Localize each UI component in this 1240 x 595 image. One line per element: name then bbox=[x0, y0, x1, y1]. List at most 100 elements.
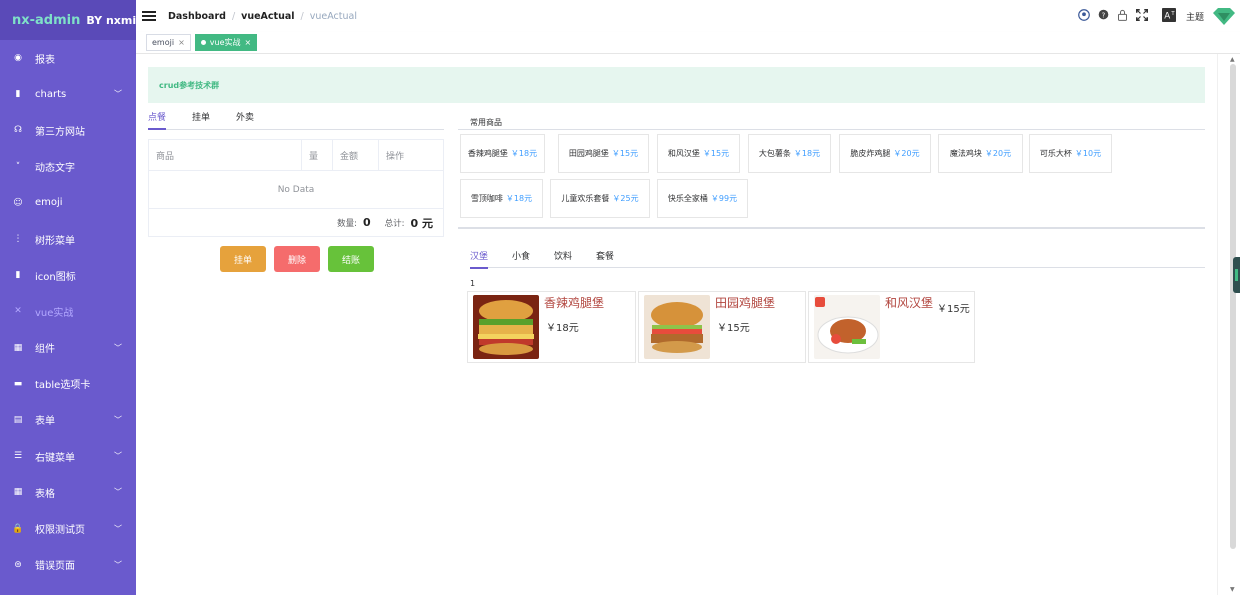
help-icon[interactable]: ? bbox=[1098, 9, 1109, 23]
tab-hold[interactable]: 挂单 bbox=[192, 110, 210, 129]
common-goods-item[interactable]: 快乐全家桶 ￥99元 bbox=[657, 179, 748, 218]
sidebar-item[interactable]: ▮ charts ﹀ bbox=[0, 76, 136, 112]
common-goods-item[interactable]: 雪顶咖啡 ￥18元 bbox=[460, 179, 543, 218]
lock-icon: 🔒 bbox=[12, 523, 24, 534]
header: Dashboard / vueActual / vueActual ? AT 主… bbox=[136, 0, 1240, 32]
order-tabs: 点餐 挂单 外卖 bbox=[148, 110, 444, 130]
chevron-down-icon: ﹀ bbox=[114, 524, 122, 534]
delete-button[interactable]: 删除 bbox=[274, 246, 320, 272]
food-card[interactable]: 田园鸡腿堡 ￥15元 bbox=[638, 291, 806, 363]
avatar[interactable] bbox=[1212, 6, 1236, 26]
hang-order-button[interactable]: 挂单 bbox=[220, 246, 266, 272]
goods-name: 快乐全家桶 bbox=[667, 194, 708, 203]
main-content: crud参考技术群 点餐 挂单 外卖 商品 量 金额 操作 No Data 数量… bbox=[136, 54, 1217, 595]
theme-switch[interactable]: 主题 bbox=[1186, 10, 1204, 23]
sidebar-item[interactable]: ☺ emoji bbox=[0, 185, 136, 221]
github-icon[interactable] bbox=[1078, 8, 1090, 24]
sidebar-item-label: 报表 bbox=[35, 54, 55, 66]
goods-name: 和风汉堡 bbox=[667, 149, 700, 158]
common-goods-item[interactable]: 和风汉堡 ￥15元 bbox=[657, 134, 740, 173]
vertical-scrollbar[interactable]: ▲ ▼ bbox=[1217, 54, 1240, 595]
table-tab-icon: ▬ bbox=[13, 378, 23, 389]
chevron-down-icon: ﹀ bbox=[114, 487, 122, 497]
common-goods-item[interactable]: 儿童欢乐套餐 ￥25元 bbox=[550, 179, 650, 218]
tag-label: vue实战 bbox=[209, 38, 241, 47]
common-goods-item[interactable]: 大包薯条 ￥18元 bbox=[748, 134, 831, 173]
goods-name: 可乐大杯 bbox=[1039, 149, 1072, 158]
count-value: 0 bbox=[362, 216, 371, 229]
food-card[interactable]: 香辣鸡腿堡 ￥18元 bbox=[467, 291, 636, 363]
food-price: ￥18元 bbox=[546, 323, 579, 334]
tab-burger[interactable]: 汉堡 bbox=[470, 249, 489, 269]
checkout-button[interactable]: 结账 bbox=[328, 246, 374, 272]
sidebar-item-label: 错误页面 bbox=[35, 561, 75, 573]
sidebar-item[interactable]: 🔒 权限测试页 ﹀ bbox=[0, 510, 136, 546]
food-card[interactable]: 和风汉堡 ￥15元 bbox=[808, 291, 975, 363]
sidebar-item[interactable]: ◉ 报表 bbox=[0, 40, 136, 76]
common-goods-item[interactable]: 香辣鸡腿堡 ￥18元 bbox=[460, 134, 545, 173]
active-dot-icon bbox=[200, 40, 206, 45]
link-icon: ☊ bbox=[14, 125, 22, 136]
common-goods-item[interactable]: 可乐大杯 ￥10元 bbox=[1029, 134, 1112, 173]
tab-dine-in[interactable]: 点餐 bbox=[148, 110, 167, 130]
breadcrumb-item-dashboard[interactable]: Dashboard bbox=[168, 11, 226, 22]
sidebar-item[interactable]: ☰ 右键菜单 ﹀ bbox=[0, 438, 136, 474]
tab-drink[interactable]: 饮料 bbox=[554, 249, 572, 268]
goods-name: 香辣鸡腿堡 bbox=[467, 149, 508, 158]
goods-price: ￥25元 bbox=[612, 194, 639, 203]
food-name: 和风汉堡 bbox=[885, 296, 934, 310]
burger-image bbox=[644, 295, 710, 359]
sidebar-item[interactable]: ☊ 第三方网站 bbox=[0, 112, 136, 148]
close-icon[interactable]: × bbox=[245, 38, 252, 47]
common-goods-item[interactable]: 田园鸡腿堡 ￥15元 bbox=[558, 134, 649, 173]
sidebar-item[interactable]: ▮ icon图标 bbox=[0, 257, 136, 293]
sidebar-item[interactable]: ▤ 表单 ﹀ bbox=[0, 402, 136, 438]
breadcrumb-item-parent[interactable]: vueActual bbox=[241, 11, 294, 22]
tags-view: emoji × vue实战 × bbox=[136, 32, 1240, 54]
common-goods-item[interactable]: 脆皮炸鸡腿 ￥20元 bbox=[839, 134, 931, 173]
tab-combo[interactable]: 套餐 bbox=[596, 249, 614, 268]
column-header-actions: 操作 bbox=[386, 151, 405, 162]
tag-vue-actual[interactable]: vue实战 × bbox=[194, 34, 258, 51]
common-goods-item[interactable]: 魔法鸡块 ￥20元 bbox=[938, 134, 1023, 173]
scroll-down-icon[interactable]: ▼ bbox=[1230, 586, 1235, 593]
settings-drawer-handle[interactable] bbox=[1233, 257, 1240, 293]
goods-price: ￥20元 bbox=[984, 149, 1012, 158]
tab-takeout[interactable]: 外卖 bbox=[236, 110, 254, 129]
scroll-up-icon[interactable]: ▲ bbox=[1230, 56, 1235, 63]
goods-price: ￥18元 bbox=[505, 194, 533, 203]
sidebar-item-label: vue实战 bbox=[35, 307, 74, 319]
bar-chart-icon: ▮ bbox=[15, 89, 21, 100]
sidebar-item[interactable]: ⋮ 树形菜单 bbox=[0, 221, 136, 257]
goods-price: ￥99元 bbox=[710, 194, 738, 203]
fullscreen-icon[interactable] bbox=[1135, 8, 1148, 24]
goods-price: ￥20元 bbox=[893, 149, 920, 158]
total-label: 总计: bbox=[384, 218, 405, 229]
logo[interactable]: nx-admin BY nxmin bbox=[0, 0, 144, 40]
sidebar-item[interactable]: ✕ vue实战 bbox=[0, 293, 136, 329]
font-size-icon[interactable]: AT bbox=[1161, 7, 1176, 25]
info-alert: crud参考技术群 bbox=[148, 67, 1205, 103]
sidebar-item-label: 权限测试页 bbox=[35, 525, 85, 537]
sidebar-item[interactable]: ˅ 动态文字 bbox=[0, 149, 136, 185]
sidebar-item[interactable]: ⊜ 错误页面 ﹀ bbox=[0, 547, 136, 583]
brand-name: nx-admin bbox=[12, 12, 81, 28]
goods-name: 儿童欢乐套餐 bbox=[561, 194, 610, 203]
goods-price: ￥15元 bbox=[702, 149, 730, 158]
tab-snack[interactable]: 小食 bbox=[512, 249, 530, 268]
scrollbar-thumb[interactable] bbox=[1230, 64, 1236, 549]
breadcrumb: Dashboard / vueActual / vueActual bbox=[168, 11, 357, 22]
sidebar-item[interactable]: ▬ table选项卡 bbox=[0, 366, 136, 402]
close-icon[interactable]: × bbox=[178, 38, 185, 47]
sidebar-item[interactable]: ▦ 表格 ﹀ bbox=[0, 474, 136, 510]
chevron-down-icon: ﹀ bbox=[114, 451, 122, 461]
svg-text:?: ? bbox=[1102, 11, 1106, 19]
icon-icon: ▮ bbox=[15, 270, 21, 281]
sidebar-item[interactable]: ▦ 组件 ﹀ bbox=[0, 330, 136, 366]
lock-icon[interactable] bbox=[1117, 9, 1128, 24]
hamburger-icon[interactable] bbox=[142, 9, 156, 23]
order-summary: 数量: 0 总计: 0 元 bbox=[149, 209, 443, 236]
tag-emoji[interactable]: emoji × bbox=[146, 34, 191, 51]
goods-price: ￥15元 bbox=[611, 149, 639, 158]
empty-text: No Data bbox=[149, 171, 443, 209]
